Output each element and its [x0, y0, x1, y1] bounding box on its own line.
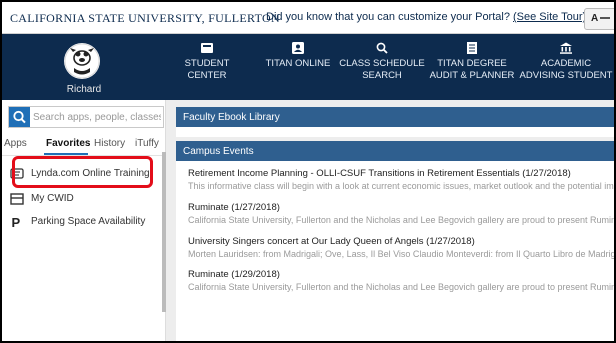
- ebook-panel-title: Faculty Ebook Library: [183, 112, 280, 123]
- search-button[interactable]: [9, 107, 30, 127]
- events-panel-title: Campus Events: [183, 146, 254, 157]
- tuffy-mascot-icon: [64, 43, 100, 79]
- tab-favorites[interactable]: Favorites: [46, 138, 90, 149]
- favorite-item-label: Parking Space Availability: [31, 216, 146, 227]
- app-student-center[interactable]: STUDENT CENTER: [166, 34, 248, 100]
- app-titan-online[interactable]: TITAN ONLINE: [258, 34, 338, 100]
- portal-tip-text: Did you know that you can customize your…: [266, 11, 514, 23]
- svg-text:P: P: [12, 215, 21, 229]
- app-label: TITAN ONLINE: [265, 58, 331, 69]
- search-box: [8, 106, 164, 128]
- event-title: Ruminate (1/29/2018): [188, 269, 280, 280]
- event-title: Ruminate (1/27/2018): [188, 202, 280, 213]
- student-center-icon: [201, 43, 213, 53]
- app-academic-advising[interactable]: ACADEMIC ADVISING STUDENT: [518, 34, 614, 100]
- search-input[interactable]: [33, 109, 161, 125]
- event-item[interactable]: Retirement Income Planning - OLLI-CSUF T…: [188, 167, 616, 192]
- app-label: TITAN DEGREE AUDIT & PLANNER: [429, 58, 515, 81]
- university-name: CALIFORNIA STATE UNIVERSITY, FULLERTON: [10, 11, 280, 25]
- highlight-annotation: [12, 156, 153, 188]
- search-icon: [13, 110, 26, 124]
- app-label: STUDENT CENTER: [184, 58, 230, 81]
- favorite-item-my-cwid[interactable]: My CWID: [2, 188, 166, 210]
- event-item[interactable]: Ruminate (1/29/2018) California State Un…: [188, 268, 616, 293]
- active-tab-indicator: [44, 153, 88, 155]
- top-bar: CALIFORNIA STATE UNIVERSITY, FULLERTON D…: [2, 2, 614, 34]
- sidebar: Apps Favorites History iTuffy Lynda.com …: [2, 100, 166, 341]
- favorite-item-parking[interactable]: P Parking Space Availability: [2, 211, 166, 233]
- tab-ituffy[interactable]: iTuffy: [135, 138, 159, 149]
- user-panel: Richard: [2, 34, 166, 100]
- search-icon: [376, 42, 388, 54]
- app-class-schedule-search[interactable]: CLASS SCHEDULE SEARCH: [338, 34, 426, 100]
- parking-icon: P: [12, 215, 21, 229]
- sidebar-tabs: Apps Favorites History iTuffy: [2, 134, 166, 156]
- ebook-panel-header[interactable]: Faculty Ebook Library: [176, 107, 614, 127]
- app-label: ACADEMIC ADVISING STUDENT: [519, 58, 613, 81]
- id-card-icon: [10, 193, 24, 205]
- event-item[interactable]: University Singers concert at Our Lady Q…: [188, 235, 616, 260]
- event-item[interactable]: Ruminate (1/27/2018) California State Un…: [188, 201, 616, 226]
- user-name: Richard: [66, 84, 102, 95]
- tab-apps[interactable]: Apps: [4, 138, 27, 149]
- favorite-item-label: My CWID: [31, 193, 74, 204]
- event-description: California State University, Fullerton a…: [188, 215, 616, 225]
- titan-online-icon: [292, 42, 304, 54]
- institution-icon: [560, 42, 572, 54]
- avatar[interactable]: [64, 43, 100, 79]
- event-title: Retirement Income Planning - OLLI-CSUF T…: [188, 168, 571, 179]
- event-title: University Singers concert at Our Lady Q…: [188, 236, 475, 247]
- portal-tip: Did you know that you can customize your…: [266, 11, 586, 23]
- event-description: Morten Lauridsen: from Madrigali; Ove, L…: [188, 249, 616, 259]
- events-panel-body: Retirement Income Planning - OLLI-CSUF T…: [176, 161, 616, 341]
- site-tour-link[interactable]: (See Site Tour): [513, 11, 586, 23]
- portal-window: CALIFORNIA STATE UNIVERSITY, FULLERTON D…: [0, 0, 616, 343]
- font-size-label: A: [591, 13, 599, 24]
- font-size-button[interactable]: A: [584, 8, 614, 30]
- ebook-panel-body: [176, 127, 614, 137]
- app-label: CLASS SCHEDULE SEARCH: [339, 58, 425, 81]
- font-size-slider-icon: [600, 17, 611, 20]
- event-description: This informative class will begin with a…: [188, 181, 616, 191]
- document-icon: [467, 42, 477, 54]
- event-description: California State University, Fullerton a…: [188, 282, 616, 292]
- app-titan-degree-audit[interactable]: TITAN DEGREE AUDIT & PLANNER: [428, 34, 516, 100]
- events-panel-header[interactable]: Campus Events: [176, 141, 614, 161]
- main-content: Faculty Ebook Library Campus Events Reti…: [166, 100, 616, 341]
- app-toolbar: STUDENT CENTER TITAN ONLINE CLASS SCHEDU…: [166, 34, 614, 100]
- tab-history[interactable]: History: [94, 138, 125, 149]
